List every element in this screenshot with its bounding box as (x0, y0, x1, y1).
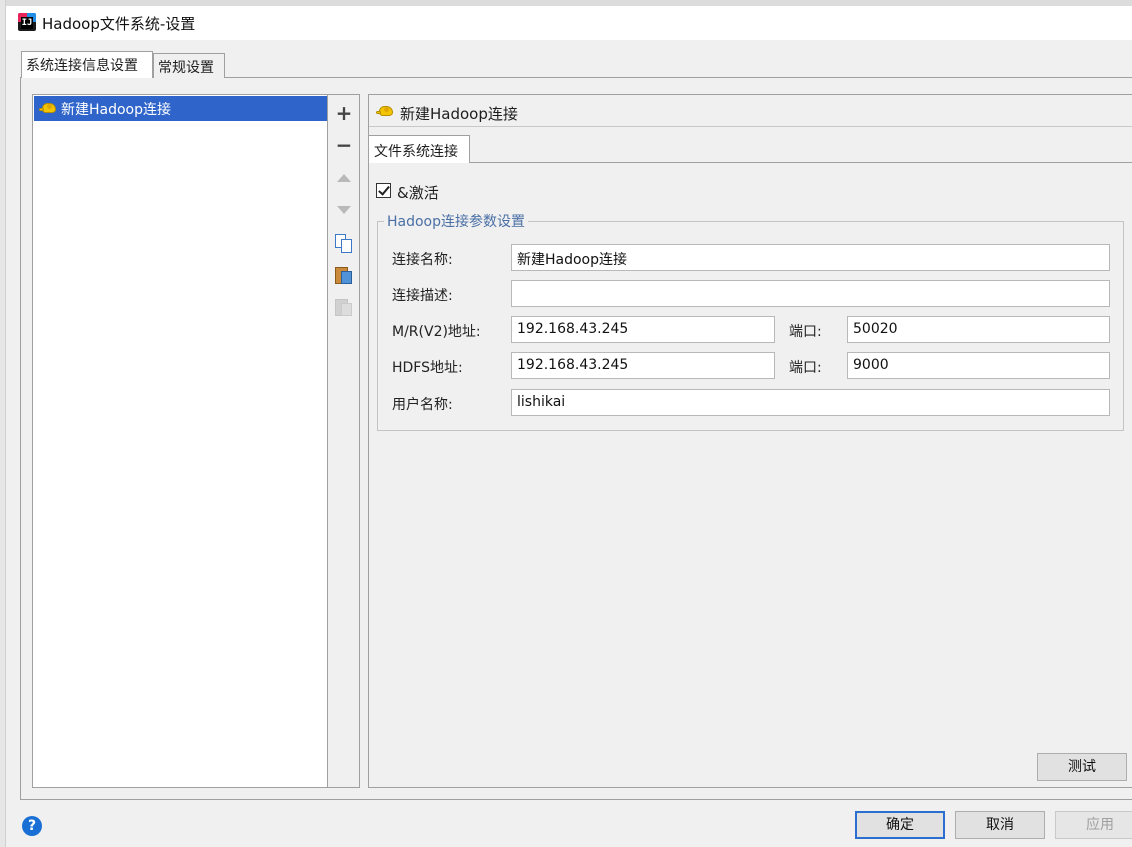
paste-disabled-icon (335, 297, 353, 317)
tab-connection-settings[interactable]: 系统连接信息设置 (21, 51, 153, 78)
test-button[interactable]: 测试 (1037, 753, 1127, 781)
list-item[interactable]: 新建Hadoop连接 (34, 96, 327, 121)
hadoop-elephant-icon (376, 104, 394, 118)
window-title: Hadoop文件系统-设置 (42, 15, 196, 33)
mr-address-field[interactable]: 192.168.43.245 (511, 316, 775, 343)
app-icon: IJ (18, 13, 36, 31)
hdfs-port-label: 端口: (789, 360, 822, 376)
background-window-strip (0, 0, 6, 847)
ok-button[interactable]: 确定 (855, 811, 945, 839)
cancel-button[interactable]: 取消 (955, 811, 1045, 839)
add-connection-button[interactable]: + (334, 103, 354, 123)
triangle-down-icon[interactable] (337, 206, 351, 214)
list-toolbar-column (328, 94, 360, 788)
activate-label[interactable]: &激活 (397, 182, 439, 203)
detail-header: 新建Hadoop连接 (369, 95, 1132, 127)
tab-general-settings[interactable]: 常规设置 (153, 53, 225, 78)
hdfs-address-field[interactable]: 192.168.43.245 (511, 352, 775, 379)
help-icon[interactable]: ? (22, 816, 42, 836)
remove-connection-button[interactable]: − (334, 135, 354, 155)
mr-port-field[interactable]: 50020 (847, 316, 1110, 343)
list-item-label: 新建Hadoop连接 (61, 102, 172, 118)
connection-list[interactable]: 新建Hadoop连接 (32, 94, 328, 788)
connection-name-label: 连接名称: (392, 252, 453, 268)
mr-address-label: M/R(V2)地址: (392, 324, 481, 340)
paste-icon[interactable] (335, 265, 353, 285)
triangle-up-icon[interactable] (337, 174, 351, 182)
hdfs-address-label: HDFS地址: (392, 360, 463, 376)
connection-desc-label: 连接描述: (392, 288, 453, 304)
connection-name-field[interactable]: 新建Hadoop连接 (511, 244, 1110, 271)
tab-filesystem-connection[interactable]: 文件系统连接 (368, 135, 470, 163)
mr-port-label: 端口: (789, 324, 822, 340)
activate-checkbox[interactable] (376, 183, 391, 198)
hadoop-elephant-icon (39, 101, 57, 115)
hdfs-port-field[interactable]: 9000 (847, 352, 1110, 379)
connection-desc-field[interactable] (511, 280, 1110, 307)
title-bar[interactable]: IJ Hadoop文件系统-设置 (6, 6, 1132, 40)
username-label: 用户名称: (392, 397, 453, 413)
group-title: Hadoop连接参数设置 (384, 211, 529, 231)
detail-header-title: 新建Hadoop连接 (400, 105, 518, 123)
copy-icon[interactable] (335, 234, 353, 253)
apply-button: 应用 (1055, 811, 1132, 839)
username-field[interactable]: lishikai (511, 389, 1110, 416)
